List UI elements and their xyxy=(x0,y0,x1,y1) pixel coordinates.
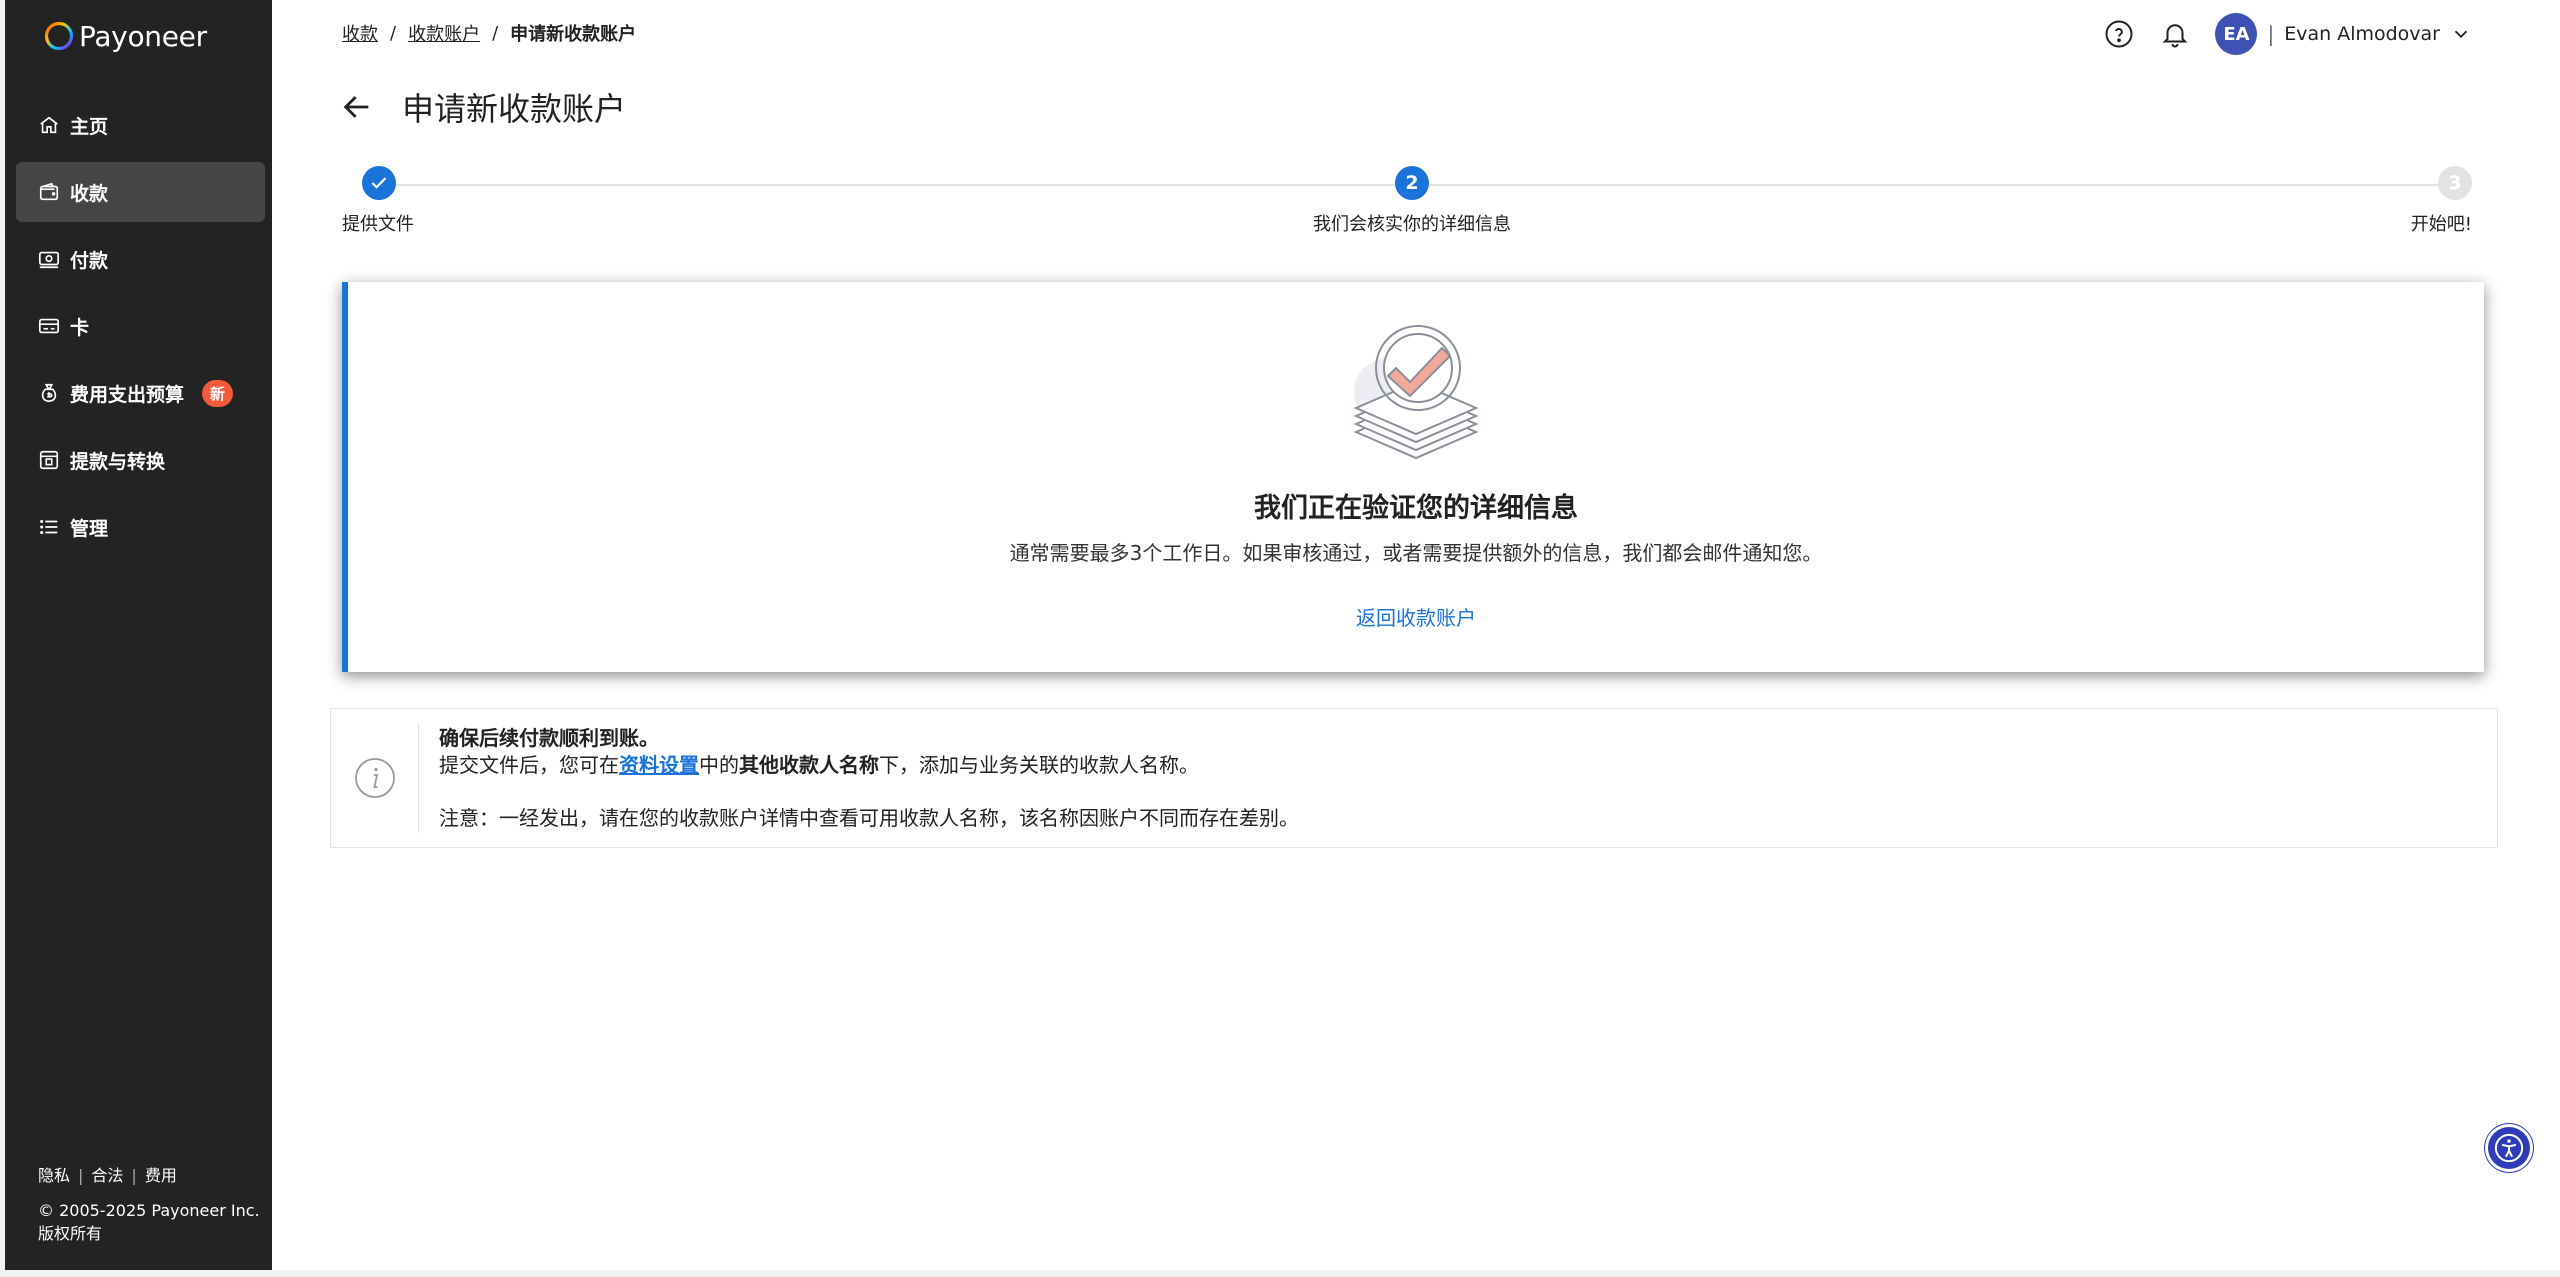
user-name: Evan Almodovar xyxy=(2284,23,2440,45)
wallet-icon xyxy=(39,182,59,201)
step-number: 2 xyxy=(1395,166,1429,200)
fees-link[interactable]: 费用 xyxy=(145,1164,177,1187)
sidebar-item-manage[interactable]: 管理 xyxy=(16,497,265,557)
copyright: © 2005-2025 Payoneer Inc. xyxy=(38,1201,260,1220)
info-note: 注意：一经发出，请在您的收款账户详情中查看可用收款人名称，该名称因账户不同而存在… xyxy=(439,806,1299,830)
bell-icon xyxy=(2163,24,2188,48)
progress-stepper: 提供文件 2 我们会核实你的详细信息 3 开始吧! xyxy=(342,166,2472,246)
card-icon xyxy=(39,318,59,334)
sidebar-item-label: 费用支出预算 xyxy=(70,383,185,406)
card-description: 通常需要最多3个工作日。如果审核通过，或者需要提供额外的信息，我们都会邮件通知您… xyxy=(1009,541,1823,565)
breadcrumb: 收款 / 收款账户 / 申请新收款账户 xyxy=(342,20,636,46)
sidebar-item-label: 付款 xyxy=(70,249,109,272)
legal-link[interactable]: 合法 xyxy=(91,1164,123,1187)
breadcrumb-receiving-accounts[interactable]: 收款账户 xyxy=(408,20,480,46)
accessibility-button[interactable] xyxy=(2488,1127,2530,1169)
avatar: EA xyxy=(2215,13,2258,55)
chevron-down-icon xyxy=(2454,30,2468,39)
help-button[interactable] xyxy=(2103,18,2135,50)
sidebar-item-label: 提款与转换 xyxy=(70,450,166,473)
step-done-indicator xyxy=(362,166,396,200)
sidebar-item-card[interactable]: 卡 xyxy=(16,296,265,356)
info-icon-column xyxy=(331,723,419,833)
step-verify-details: 2 我们会核实你的详细信息 xyxy=(1313,166,1511,236)
info-line: 提交文件后，您可在资料设置中的其他收款人名称下，添加与业务关联的收款人名称。 xyxy=(439,752,1299,779)
info-title: 确保后续付款顺利到账。 xyxy=(439,726,659,750)
card-title: 我们正在验证您的详细信息 xyxy=(1254,493,1578,524)
top-bar: EA | Evan Almodovar xyxy=(2103,12,2472,56)
sidebar-item-spend-budget[interactable]: 费用支出预算 新 xyxy=(16,363,265,423)
step-label: 提供文件 xyxy=(342,214,414,235)
breadcrumb-separator: / xyxy=(492,22,499,44)
sidebar-item-pay[interactable]: 付款 xyxy=(16,229,265,289)
sidebar-item-withdraw[interactable]: 提款与转换 xyxy=(16,430,265,490)
step-label: 我们会核实你的详细信息 xyxy=(1313,214,1511,235)
check-icon xyxy=(371,177,387,189)
info-line-mid: 中的 xyxy=(699,753,739,777)
sidebar-item-label: 收款 xyxy=(70,182,109,205)
info-line-suffix: 下，添加与业务关联的收款人名称。 xyxy=(879,753,1199,777)
notifications-button[interactable] xyxy=(2159,18,2191,50)
sidebar-nav: 主页 收款 付款 卡 费用支出预算 新 提款与转换 管理 xyxy=(16,95,265,564)
step-number: 3 xyxy=(2438,166,2472,200)
verified-documents-icon xyxy=(1353,325,1479,460)
app-frame: Payoneer 主页 收款 付款 卡 费用支出预算 新 提款与转换 管理 隐私… xyxy=(0,0,2560,1270)
list-icon xyxy=(40,519,58,535)
back-to-accounts-link[interactable]: 返回收款账户 xyxy=(1356,602,1476,631)
all-rights-reserved: 版权所有 xyxy=(38,1224,103,1243)
info-text: 确保后续付款顺利到账。 提交文件后，您可在资料设置中的其他收款人名称下，添加与业… xyxy=(419,709,1299,847)
withdraw-icon xyxy=(39,450,59,470)
back-arrow-icon[interactable] xyxy=(340,90,374,124)
step-provide-documents: 提供文件 xyxy=(342,166,414,236)
brand-name: Payoneer xyxy=(79,19,207,53)
footer-separator: | xyxy=(131,1166,137,1185)
new-badge: 新 xyxy=(202,379,234,407)
info-icon xyxy=(354,758,395,798)
user-menu[interactable]: EA | Evan Almodovar xyxy=(2215,13,2472,55)
step-label: 开始吧! xyxy=(2410,214,2472,235)
sidebar-item-label: 管理 xyxy=(70,517,109,540)
sidebar-item-receive[interactable]: 收款 xyxy=(16,162,265,222)
verification-card: 我们正在验证您的详细信息 通常需要最多3个工作日。如果审核通过，或者需要提供额外… xyxy=(342,282,2484,672)
profile-settings-link[interactable]: 资料设置 xyxy=(619,753,699,777)
accessibility-icon xyxy=(2494,1133,2524,1163)
step-get-started: 3 开始吧! xyxy=(2411,166,2472,236)
cash-icon xyxy=(39,251,59,269)
breadcrumb-separator: / xyxy=(390,22,397,44)
page-title: 申请新收款账户 xyxy=(402,90,627,128)
privacy-link[interactable]: 隐私 xyxy=(38,1164,70,1187)
info-line-bold: 其他收款人名称 xyxy=(739,753,879,777)
sidebar-item-home[interactable]: 主页 xyxy=(16,95,265,155)
user-separator: | xyxy=(2267,22,2275,46)
page-header: 申请新收款账户 xyxy=(340,84,626,130)
logo-ring-icon xyxy=(44,21,74,51)
payoneer-logo[interactable]: Payoneer xyxy=(43,18,207,54)
info-notice: 确保后续付款顺利到账。 提交文件后，您可在资料设置中的其他收款人名称下，添加与业… xyxy=(330,708,2498,848)
help-icon xyxy=(2105,20,2133,48)
money-bag-icon xyxy=(41,383,57,403)
breadcrumb-current: 申请新收款账户 xyxy=(510,24,637,45)
breadcrumb-receive[interactable]: 收款 xyxy=(342,20,378,46)
sidebar-footer: 隐私 | 合法 | 费用 © 2005-2025 Payoneer Inc. 版… xyxy=(38,1164,260,1245)
sidebar-item-label: 主页 xyxy=(70,115,109,138)
sidebar: Payoneer 主页 收款 付款 卡 费用支出预算 新 提款与转换 管理 隐私… xyxy=(5,0,272,1270)
info-line-prefix: 提交文件后，您可在 xyxy=(439,753,619,777)
sidebar-item-label: 卡 xyxy=(70,316,90,339)
footer-separator: | xyxy=(78,1166,84,1185)
home-icon xyxy=(40,116,58,134)
